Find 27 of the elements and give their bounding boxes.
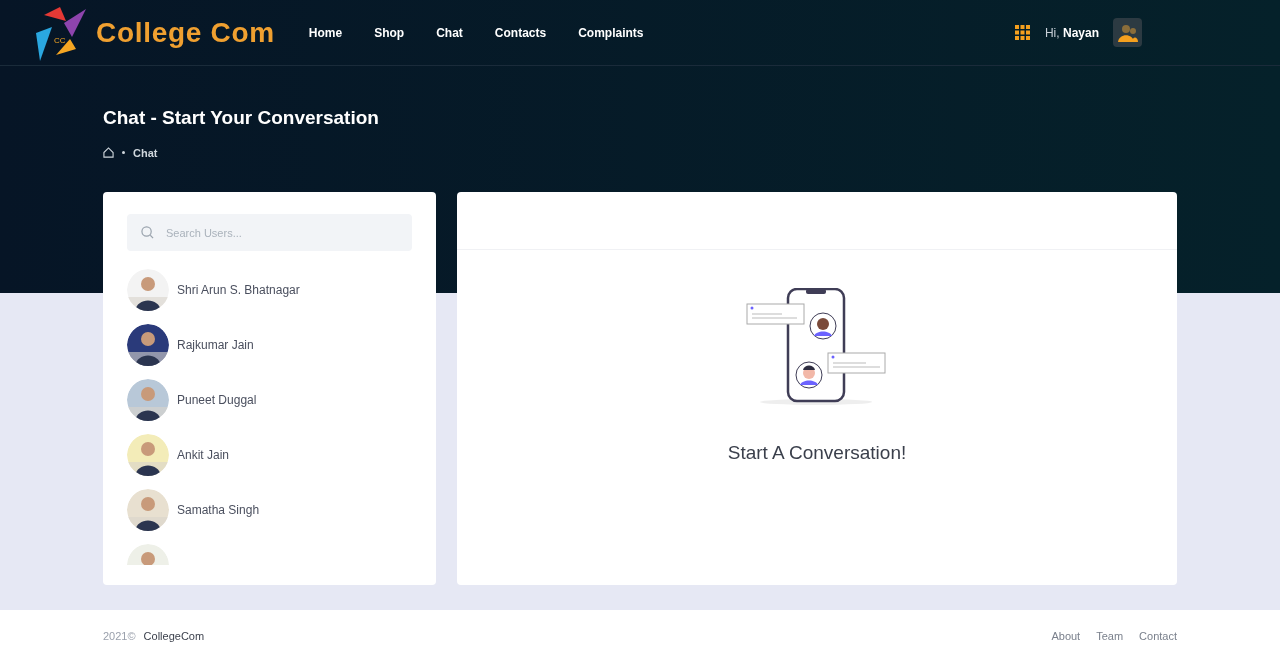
nav-link[interactable]: Shop [374, 23, 405, 42]
user-list-item[interactable]: Rajkumar Jain [127, 324, 412, 366]
nav-link[interactable]: Contacts [494, 23, 547, 42]
apps-grid-icon[interactable] [1014, 24, 1031, 41]
home-icon[interactable] [103, 147, 114, 159]
logo[interactable]: CC College Com [30, 2, 275, 63]
nav-link[interactable]: Home [308, 23, 343, 42]
nav-link[interactable]: Chat [436, 23, 463, 42]
breadcrumb-separator [122, 151, 125, 155]
footer-link[interactable]: Team [1096, 628, 1124, 645]
footer-site-name: CollegeCom [143, 629, 205, 645]
user-list-item[interactable]: Ankit Jain [127, 434, 412, 476]
footer-link[interactable]: Contact [1139, 628, 1177, 645]
user-avatar-icon[interactable] [1113, 18, 1142, 47]
copyright-year: 2021© [103, 629, 136, 645]
user-greeting: Hi, Nayan [1044, 24, 1099, 42]
search-icon [141, 226, 154, 239]
footer-link[interactable]: About [1051, 628, 1081, 645]
search-field[interactable]: Search Users... [127, 214, 412, 251]
user-list-item[interactable]: Shri Arun S. Bhatnagar [127, 269, 412, 311]
empty-state-message: Start A Conversation! [727, 441, 907, 465]
nav-link[interactable]: Complaints [578, 23, 644, 42]
page-title: Chat - Start Your Conversation [103, 106, 380, 130]
user-list-item[interactable]: Puneet Duggal [127, 379, 412, 421]
brand-name: College Com [96, 15, 275, 50]
user-list-item[interactable]: Samatha Singh [127, 489, 412, 531]
breadcrumb-current: Chat [133, 145, 158, 161]
